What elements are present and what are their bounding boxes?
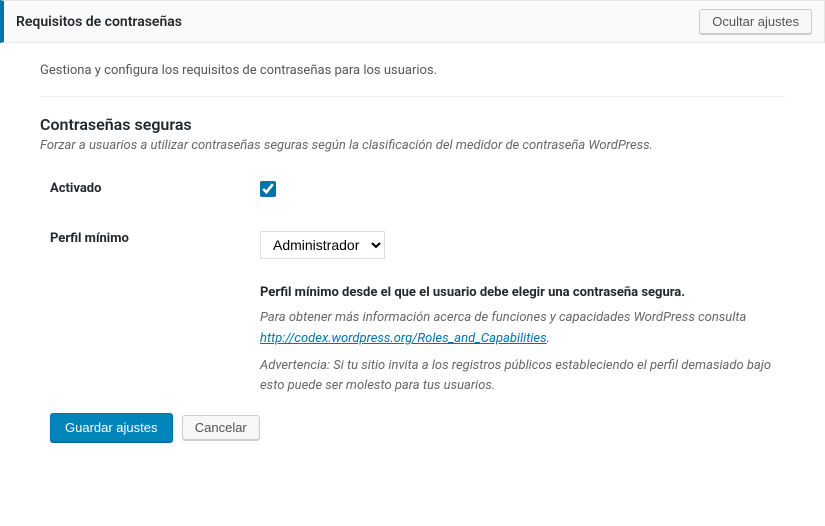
hide-settings-button[interactable]: Ocultar ajustes	[699, 9, 812, 34]
label-activado: Activado	[40, 181, 260, 196]
perfil-minimo-help-2: Advertencia: Si tu sitio invita a los re…	[260, 356, 785, 398]
section-title: Contraseñas seguras	[40, 115, 785, 134]
panel-header: Requisitos de contraseñas Ocultar ajuste…	[0, 0, 825, 43]
row-perfil-minimo: Perfil mínimo Administrador Perfil mínim…	[40, 231, 785, 403]
action-buttons: Guardar ajustes Cancelar	[40, 413, 785, 442]
field-activado	[260, 181, 785, 201]
intro-text: Gestiona y configura los requisitos de c…	[40, 63, 785, 97]
settings-form: Activado Perfil mínimo Administrador Per…	[40, 181, 785, 403]
activado-checkbox[interactable]	[260, 181, 276, 197]
cancel-button[interactable]: Cancelar	[182, 415, 260, 440]
perfil-minimo-help-1: Para obtener más información acerca de f…	[260, 308, 785, 350]
perfil-minimo-select[interactable]: Administrador	[260, 231, 385, 259]
roles-capabilities-link[interactable]: http://codex.wordpress.org/Roles_and_Cap…	[260, 331, 547, 346]
section-description: Forzar a usuarios a utilizar contraseñas…	[40, 138, 785, 153]
save-button[interactable]: Guardar ajustes	[50, 413, 173, 442]
help1-post: .	[547, 331, 550, 346]
field-perfil-minimo: Administrador Perfil mínimo desde el que…	[260, 231, 785, 403]
row-activado: Activado	[40, 181, 785, 201]
panel-title: Requisitos de contraseñas	[16, 14, 182, 30]
help1-pre: Para obtener más información acerca de f…	[260, 310, 746, 325]
label-perfil-minimo: Perfil mínimo	[40, 231, 260, 246]
content-area: Gestiona y configura los requisitos de c…	[0, 43, 825, 472]
perfil-minimo-heading: Perfil mínimo desde el que el usuario de…	[260, 285, 785, 300]
